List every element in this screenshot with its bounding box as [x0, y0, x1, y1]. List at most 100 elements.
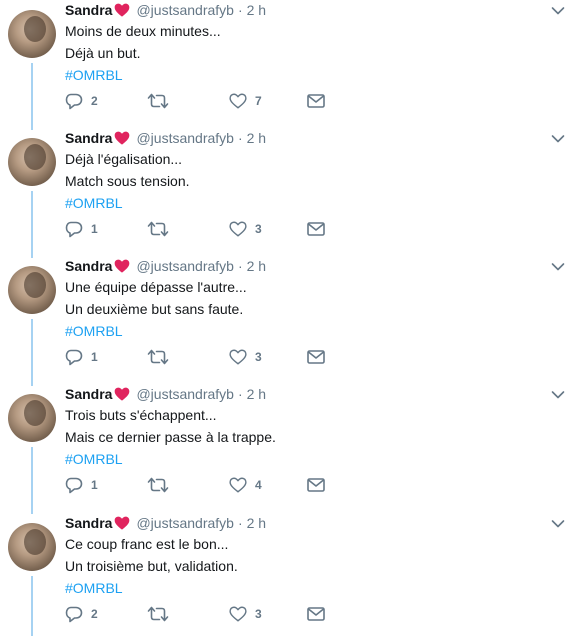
- retweet-icon: [147, 93, 169, 109]
- tweet-actions: 1 3: [65, 220, 335, 238]
- red-heart-icon: [115, 131, 130, 145]
- chevron-down-icon[interactable]: [551, 390, 565, 400]
- tweet-actions: 2 7: [65, 92, 335, 110]
- retweet-button[interactable]: [147, 220, 177, 238]
- reply-button[interactable]: 1: [65, 220, 98, 238]
- like-button[interactable]: 3: [229, 220, 262, 238]
- direct-message-button[interactable]: [307, 476, 325, 494]
- reply-button[interactable]: 1: [65, 348, 98, 366]
- tweet[interactable]: Sandra @justsandrafyb · 2 h Une équipe d…: [0, 256, 571, 386]
- red-heart-icon: [115, 516, 130, 530]
- user-handle[interactable]: @justsandrafyb: [136, 258, 233, 274]
- reply-count: 2: [91, 94, 98, 108]
- heart-icon: [229, 93, 247, 109]
- hashtag-link[interactable]: #OMRBL: [65, 194, 123, 212]
- reply-button[interactable]: 2: [65, 92, 98, 110]
- envelope-icon: [307, 350, 325, 364]
- timestamp[interactable]: 2 h: [247, 130, 266, 146]
- timestamp[interactable]: 2 h: [247, 515, 266, 531]
- envelope-icon: [307, 222, 325, 236]
- user-handle[interactable]: @justsandrafyb: [136, 130, 233, 146]
- retweet-icon: [147, 606, 169, 622]
- timestamp[interactable]: 2 h: [247, 2, 266, 18]
- tweet-header: Sandra @justsandrafyb · 2 h: [65, 513, 266, 533]
- tweet[interactable]: Sandra @justsandrafyb · 2 h Trois buts s…: [0, 384, 571, 514]
- direct-message-button[interactable]: [307, 92, 325, 110]
- tweet-text-line: Mais ce dernier passe à la trappe.: [65, 429, 276, 445]
- like-count: 3: [255, 350, 262, 364]
- like-count: 3: [255, 222, 262, 236]
- retweet-icon: [147, 349, 169, 365]
- like-button[interactable]: 3: [229, 605, 262, 623]
- tweet[interactable]: Sandra @justsandrafyb · 2 h Déjà l'égali…: [0, 128, 571, 258]
- display-name[interactable]: Sandra: [65, 386, 112, 402]
- direct-message-button[interactable]: [307, 605, 325, 623]
- hashtag-link[interactable]: #OMRBL: [65, 322, 123, 340]
- like-button[interactable]: 7: [229, 92, 262, 110]
- tweet-actions: 1 3: [65, 348, 335, 366]
- avatar[interactable]: [8, 523, 56, 571]
- like-count: 7: [255, 94, 262, 108]
- tweet-actions: 1 4: [65, 476, 335, 494]
- separator-dot: ·: [237, 258, 243, 274]
- timestamp[interactable]: 2 h: [247, 386, 266, 402]
- tweet-text-line: Match sous tension.: [65, 173, 190, 189]
- tweet-header: Sandra @justsandrafyb · 2 h: [65, 0, 266, 20]
- hashtag-link[interactable]: #OMRBL: [65, 579, 123, 597]
- reply-icon: [65, 349, 83, 365]
- chevron-down-icon[interactable]: [551, 6, 565, 16]
- reply-button[interactable]: 2: [65, 605, 98, 623]
- red-heart-icon: [115, 259, 130, 273]
- tweet[interactable]: Sandra @justsandrafyb · 2 h Moins de deu…: [0, 0, 571, 130]
- avatar[interactable]: [8, 394, 56, 442]
- envelope-icon: [307, 607, 325, 621]
- tweet-header: Sandra @justsandrafyb · 2 h: [65, 384, 266, 404]
- chevron-down-icon[interactable]: [551, 134, 565, 144]
- retweet-icon: [147, 477, 169, 493]
- display-name[interactable]: Sandra: [65, 515, 112, 531]
- envelope-icon: [307, 478, 325, 492]
- tweet-text-line: Déjà un but.: [65, 45, 141, 61]
- chevron-down-icon[interactable]: [551, 262, 565, 272]
- display-name[interactable]: Sandra: [65, 130, 112, 146]
- reply-button[interactable]: 1: [65, 476, 98, 494]
- separator-dot: ·: [237, 515, 243, 531]
- avatar[interactable]: [8, 138, 56, 186]
- red-heart-icon: [115, 387, 130, 401]
- separator-dot: ·: [237, 386, 243, 402]
- tweet-text-line: Un deuxième but sans faute.: [65, 301, 244, 317]
- like-count: 3: [255, 607, 262, 621]
- tweet-actions: 2 3: [65, 605, 335, 623]
- timestamp[interactable]: 2 h: [247, 258, 266, 274]
- hashtag-link[interactable]: #OMRBL: [65, 450, 123, 468]
- tweet-text-line: Moins de deux minutes...: [65, 23, 221, 39]
- user-handle[interactable]: @justsandrafyb: [136, 515, 233, 531]
- reply-icon: [65, 93, 83, 109]
- user-handle[interactable]: @justsandrafyb: [136, 2, 233, 18]
- retweet-button[interactable]: [147, 348, 177, 366]
- chevron-down-icon[interactable]: [551, 519, 565, 529]
- direct-message-button[interactable]: [307, 220, 325, 238]
- tweet-text-line: Trois buts s'échappent...: [65, 407, 217, 423]
- reply-icon: [65, 221, 83, 237]
- retweet-button[interactable]: [147, 476, 177, 494]
- display-name[interactable]: Sandra: [65, 258, 112, 274]
- tweet-header: Sandra @justsandrafyb · 2 h: [65, 256, 266, 276]
- heart-icon: [229, 606, 247, 622]
- heart-icon: [229, 349, 247, 365]
- tweet[interactable]: Sandra @justsandrafyb · 2 h Ce coup fran…: [0, 513, 571, 641]
- direct-message-button[interactable]: [307, 348, 325, 366]
- retweet-button[interactable]: [147, 605, 177, 623]
- tweet-text-line: Ce coup franc est le bon...: [65, 536, 229, 552]
- retweet-button[interactable]: [147, 92, 177, 110]
- reply-count: 1: [91, 222, 98, 236]
- hashtag-link[interactable]: #OMRBL: [65, 66, 123, 84]
- avatar[interactable]: [8, 10, 56, 58]
- avatar[interactable]: [8, 266, 56, 314]
- like-button[interactable]: 4: [229, 476, 262, 494]
- heart-icon: [229, 221, 247, 237]
- user-handle[interactable]: @justsandrafyb: [136, 386, 233, 402]
- like-button[interactable]: 3: [229, 348, 262, 366]
- timeline: Sandra @justsandrafyb · 2 h Moins de deu…: [0, 0, 571, 636]
- display-name[interactable]: Sandra: [65, 2, 112, 18]
